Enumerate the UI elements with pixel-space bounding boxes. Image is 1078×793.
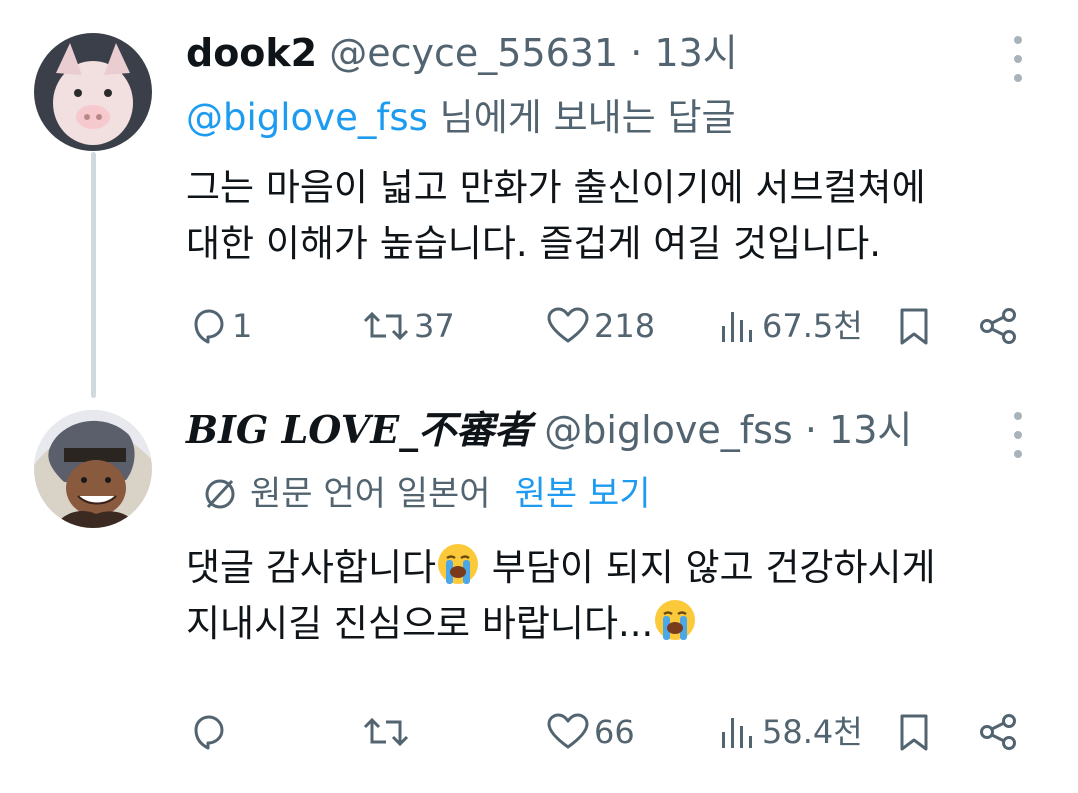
reply-to-suffix: 님에게 보내는 답글 (427, 96, 736, 139)
share-button[interactable] (976, 306, 1020, 346)
reply-button[interactable]: 1 (188, 306, 252, 346)
tweet2-header: BIG LOVE_不審者 @biglove_fss · 13시 (186, 407, 912, 453)
show-original-link[interactable]: 원본 보기 (515, 472, 651, 516)
timestamp[interactable]: 13시 (654, 31, 737, 75)
translation-bar: 원문 언어 일본어 원본 보기 (200, 472, 651, 516)
tweet-text-line: 댓글 감사합니다 부담이 되지 않고 건강하시게 (186, 540, 936, 596)
heart-icon (547, 713, 589, 749)
like-count: 218 (594, 307, 656, 345)
bookmark-icon (900, 308, 928, 345)
user-handle[interactable]: @biglove_fss (544, 408, 792, 452)
tweet1-header: dook2 @ecyce_55631 · 13시 (186, 30, 738, 76)
tweet-text-segment: 지내시길 진심으로 바랍니다... (186, 602, 654, 645)
reply-icon (194, 309, 224, 344)
loudly-crying-face-icon (655, 600, 696, 640)
more-options-icon[interactable] (1012, 412, 1024, 458)
avatar-dook2[interactable] (34, 33, 152, 151)
tweet-text-segment: 부담이 되지 않고 건강하시게 (480, 546, 936, 589)
tweet2-text: 댓글 감사합니다 부담이 되지 않고 건강하시게 지내시길 진심으로 바랍니다.… (186, 540, 936, 652)
retweet-icon (363, 717, 409, 747)
loudly-crying-face-icon (438, 544, 479, 584)
share-icon (980, 308, 1016, 344)
views-icon (722, 718, 752, 748)
source-language-note: 원문 언어 일본어 (250, 474, 491, 514)
thread-connector-line (91, 152, 96, 398)
more-options-icon[interactable] (1012, 36, 1024, 82)
reply-to-handle-link[interactable]: @biglove_fss (186, 96, 428, 139)
bookmark-icon (900, 714, 928, 751)
views-count: 58.4천 (762, 713, 863, 751)
retweet-count: 37 (414, 307, 455, 345)
like-button[interactable]: 66 (546, 712, 635, 752)
tweet-text-line: 대한 이해가 높습니다. 즐겁게 여길 것입니다. (186, 222, 882, 265)
retweet-button[interactable] (362, 712, 410, 752)
separator-dot: · (630, 31, 643, 75)
replying-to-line: @biglove_fss 님에게 보내는 답글 (186, 95, 736, 141)
tweet-text-line: 그는 마음이 넓고 만화가 출신이기에 서브컬쳐에 (186, 166, 926, 209)
reply-button[interactable] (188, 712, 228, 752)
separator-dot: · (804, 408, 817, 452)
heart-icon (547, 307, 589, 343)
retweet-button[interactable]: 37 (362, 306, 455, 346)
character-avatar-image (34, 410, 152, 528)
reply-count: 1 (232, 307, 253, 345)
timestamp[interactable]: 13시 (829, 408, 912, 452)
bookmark-button[interactable] (896, 712, 932, 752)
share-button[interactable] (976, 712, 1020, 752)
views-count: 67.5천 (762, 307, 863, 345)
display-name[interactable]: BIG LOVE_不審者 (186, 407, 532, 452)
like-count: 66 (594, 713, 635, 751)
reply-icon (194, 715, 224, 750)
tweet-text-segment: 댓글 감사합니다 (186, 546, 437, 589)
bookmark-button[interactable] (896, 306, 932, 346)
tweet-text-line: 지내시길 진심으로 바랍니다... (186, 596, 936, 652)
tweet1-text: 그는 마음이 넓고 만화가 출신이기에 서브컬쳐에 대한 이해가 높습니다. 즐… (186, 160, 926, 272)
retweet-icon (363, 311, 409, 341)
user-handle[interactable]: @ecyce_55631 (329, 31, 618, 75)
avatar-biglove[interactable] (34, 410, 152, 528)
translate-icon (205, 479, 235, 509)
views-button[interactable]: 67.5천 (718, 306, 863, 346)
views-icon (722, 312, 752, 342)
like-button[interactable]: 218 (546, 306, 655, 346)
views-button[interactable]: 58.4천 (718, 712, 863, 752)
pig-avatar-image (34, 33, 152, 151)
share-icon (980, 714, 1016, 750)
display-name[interactable]: dook2 (186, 31, 317, 75)
